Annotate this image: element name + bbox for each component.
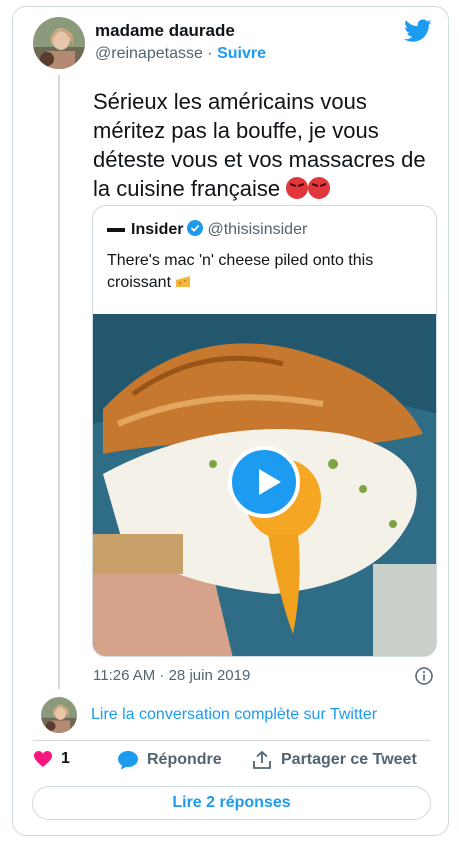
- tweet-body: Sérieux les américains vous méritez pas …: [93, 89, 426, 201]
- read-replies-button[interactable]: Lire 2 réponses: [32, 786, 431, 820]
- quoted-author-handle[interactable]: @thisisinsider: [207, 221, 307, 238]
- quoted-author-name[interactable]: Insider: [131, 221, 183, 238]
- divider: [33, 740, 430, 741]
- share-button[interactable]: Partager ce Tweet: [251, 750, 417, 770]
- action-bar: 1 Répondre Partager ce Tweet: [33, 750, 433, 774]
- verified-badge-icon: [187, 220, 204, 236]
- quoted-tweet[interactable]: Insider @thisisinsider There's mac 'n' ch…: [92, 205, 437, 657]
- like-count: 1: [61, 750, 70, 767]
- separator: ·: [202, 45, 218, 62]
- author-meta: @reinapetasse · Suivre: [95, 45, 266, 63]
- heart-icon: [34, 751, 52, 767]
- reply-bubble-icon: [118, 751, 138, 770]
- info-icon[interactable]: [415, 667, 433, 685]
- angry-face-icon: [286, 177, 309, 199]
- twitter-bird-icon[interactable]: [404, 19, 432, 43]
- tweet-timestamp[interactable]: 11:26 AM · 28 juin 2019: [93, 667, 250, 684]
- tweet-text: Sérieux les américains vous méritez pas …: [93, 87, 438, 203]
- read-conversation-link[interactable]: Lire la conversation complète sur Twitte…: [91, 706, 377, 724]
- angry-face-icon: [308, 177, 331, 199]
- thread-line: [58, 75, 60, 689]
- author-avatar-small[interactable]: [41, 697, 77, 733]
- reply-label: Répondre: [147, 751, 222, 768]
- tweet-card: madame daurade @reinapetasse · Suivre Sé…: [12, 6, 449, 836]
- like-button[interactable]: 1: [33, 750, 70, 768]
- reply-button[interactable]: Répondre: [117, 750, 222, 770]
- author-name[interactable]: madame daurade: [95, 21, 235, 41]
- cheese-icon: [176, 276, 191, 287]
- author-handle[interactable]: @reinapetasse: [95, 45, 203, 62]
- insider-logo-icon: [107, 227, 125, 232]
- video-thumbnail[interactable]: [93, 314, 436, 656]
- quoted-header: Insider @thisisinsider: [107, 220, 307, 239]
- author-avatar[interactable]: [33, 17, 85, 69]
- share-icon: [253, 750, 271, 769]
- share-label: Partager ce Tweet: [281, 751, 417, 768]
- quoted-text: There's mac 'n' cheese piled onto this c…: [107, 250, 427, 294]
- follow-button[interactable]: Suivre: [217, 45, 266, 62]
- quoted-body: There's mac 'n' cheese piled onto this c…: [107, 252, 374, 291]
- play-icon[interactable]: [228, 446, 300, 518]
